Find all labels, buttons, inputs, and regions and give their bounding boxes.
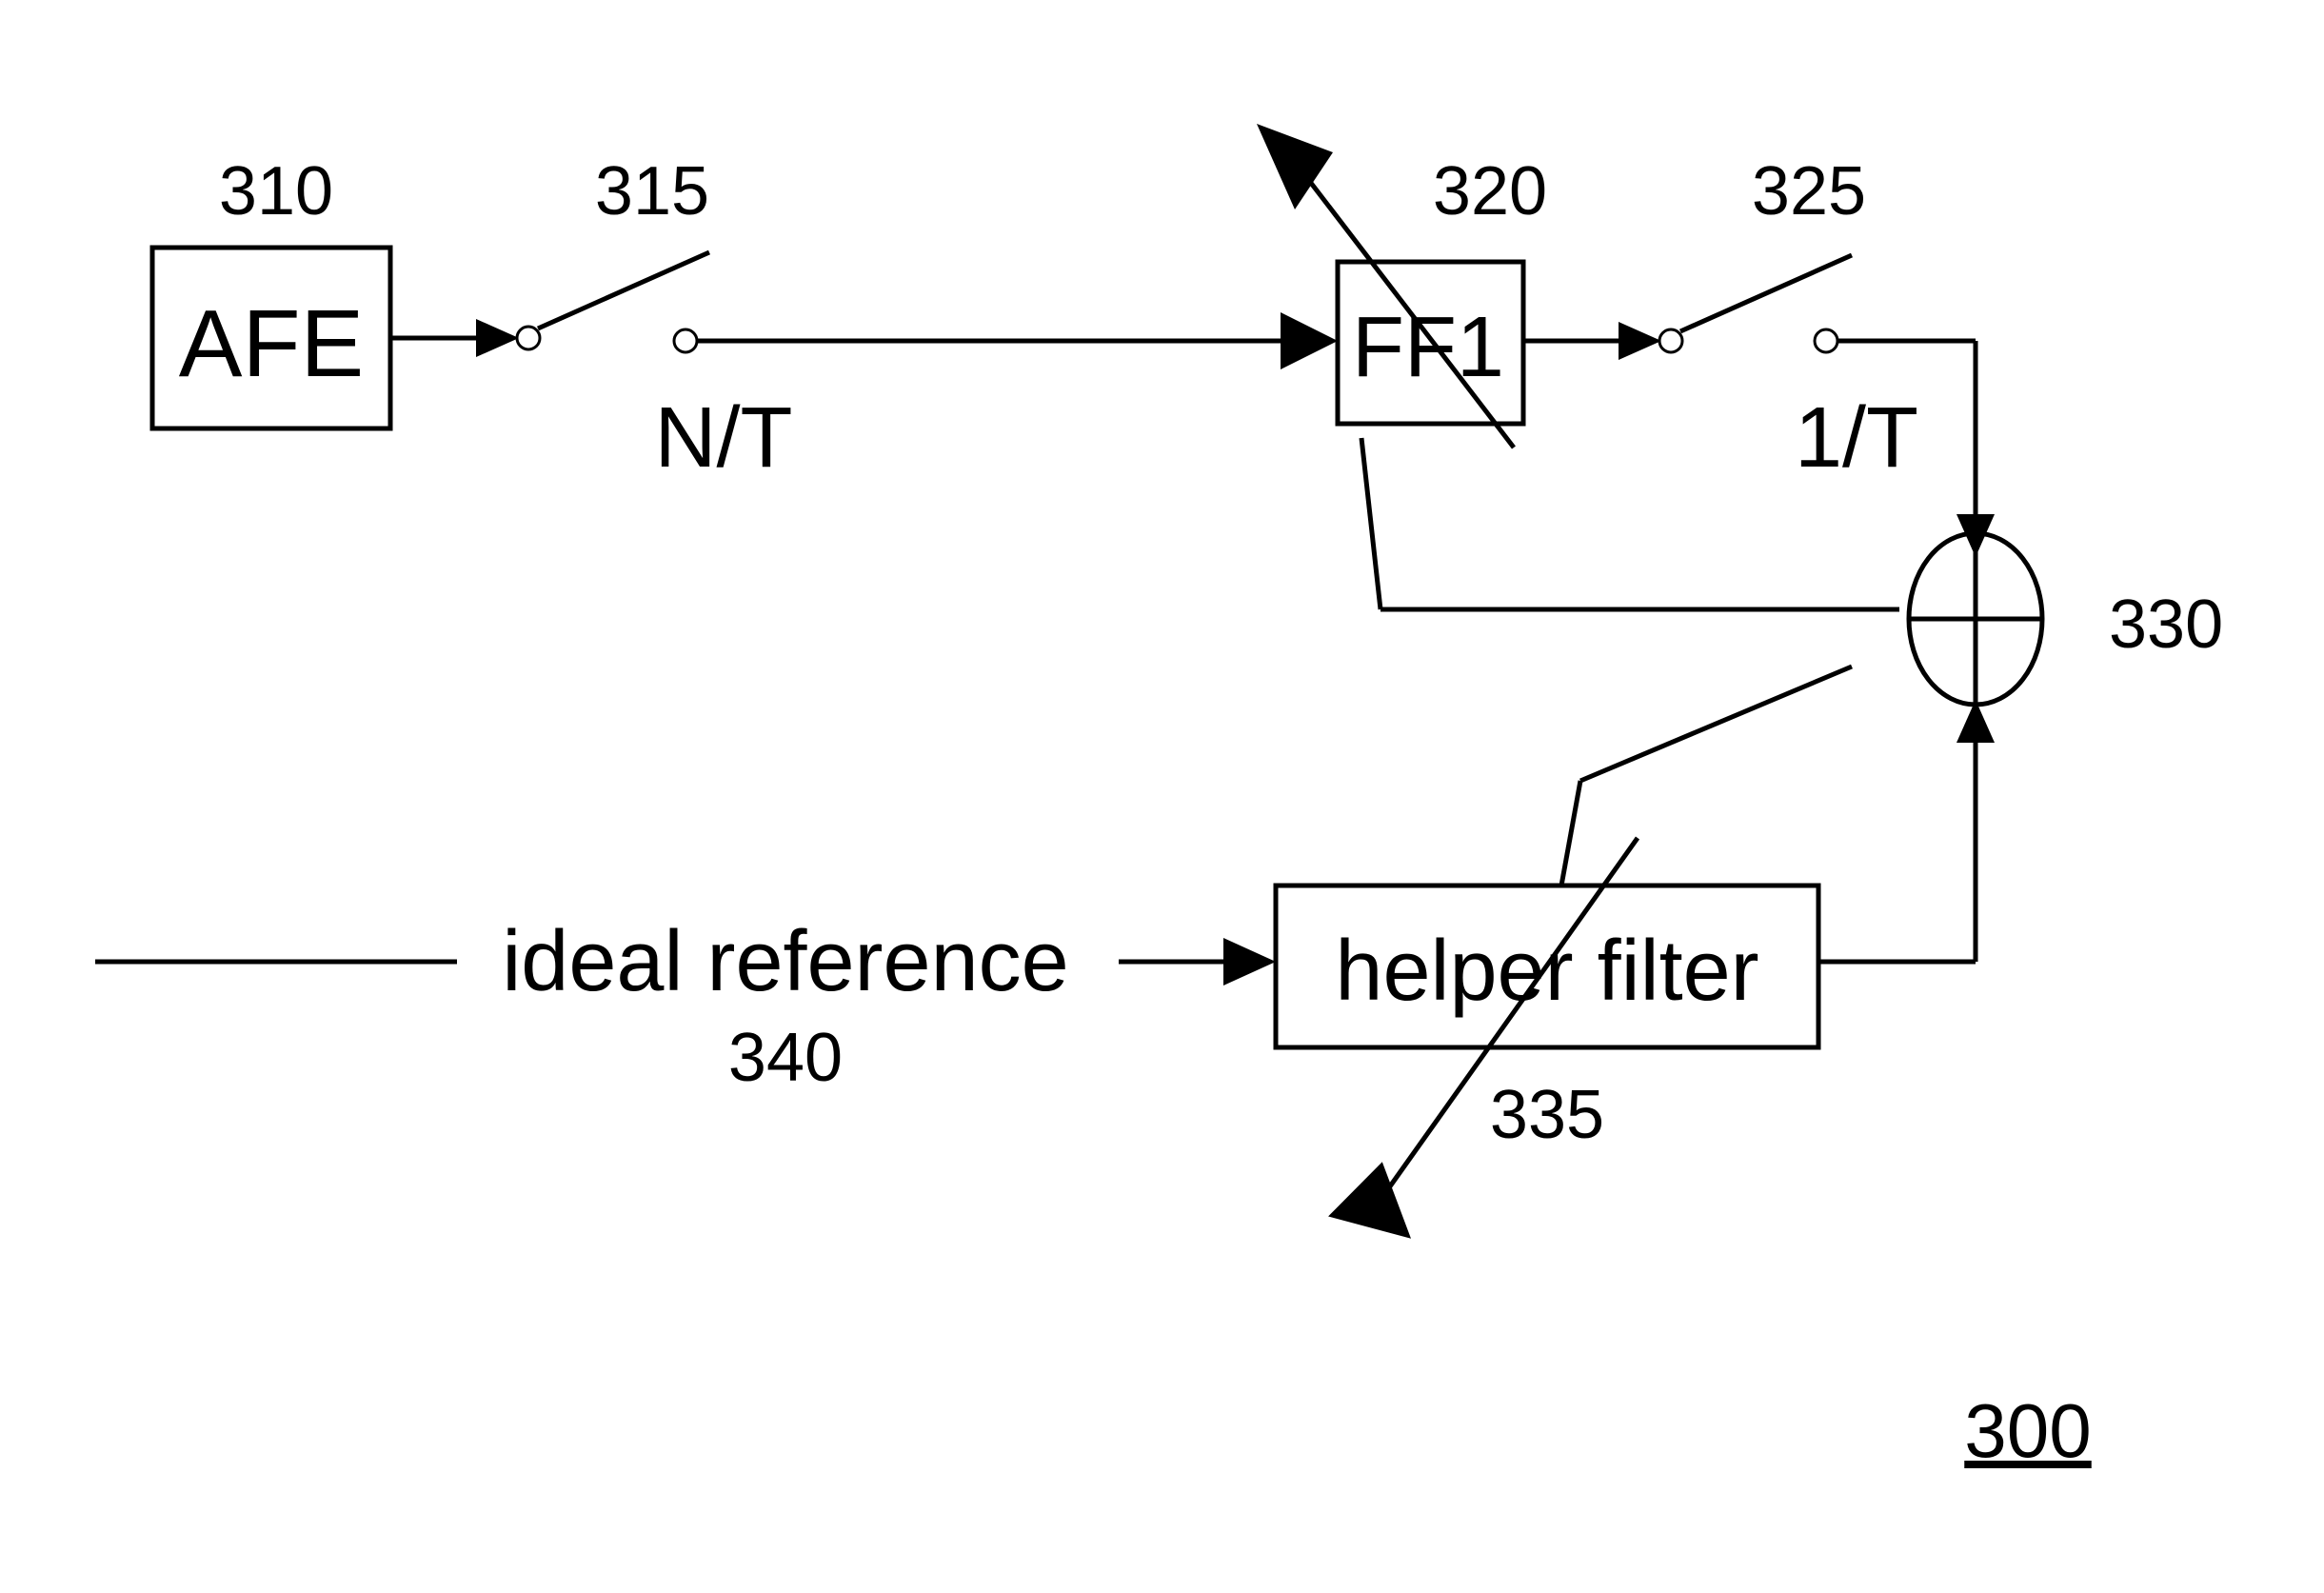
arrow-to-ff1 xyxy=(1281,312,1338,369)
switch-1-arm xyxy=(538,252,709,329)
ff1-ref: 320 xyxy=(1433,153,1547,229)
switch-1-ref: 315 xyxy=(595,153,709,229)
ff1-label: FF1 xyxy=(1352,300,1504,395)
switch-2-right-terminal xyxy=(1815,329,1837,352)
switch-2-left-terminal xyxy=(1659,329,1682,352)
helper-filter-ref: 335 xyxy=(1490,1077,1604,1153)
ideal-reference-label: ideal reference xyxy=(502,914,1068,1009)
switch-2-ref: 325 xyxy=(1752,153,1866,229)
block-diagram: AFE 310 315 N/T FF1 320 325 1/T 330 help… xyxy=(0,0,2324,1593)
arrow-into-summer-bottom xyxy=(1957,700,1995,743)
arrow-into-helper xyxy=(1223,938,1276,986)
switch-1-rate: N/T xyxy=(655,390,793,486)
ideal-reference-ref: 340 xyxy=(728,1020,843,1096)
afe-ref: 310 xyxy=(219,153,333,229)
switch-2-rate: 1/T xyxy=(1795,390,1918,486)
helper-adapt-arrowhead xyxy=(1328,1152,1428,1239)
figure-ref: 300 xyxy=(1964,1388,2091,1473)
helper-filter-label: helper filter xyxy=(1335,924,1758,1019)
switch-1-left-terminal xyxy=(517,327,540,349)
summer-ref: 330 xyxy=(2109,587,2223,663)
afe-label: AFE xyxy=(179,290,364,397)
switch-1-right-terminal xyxy=(674,329,697,352)
switch-2-arm xyxy=(1680,255,1852,331)
